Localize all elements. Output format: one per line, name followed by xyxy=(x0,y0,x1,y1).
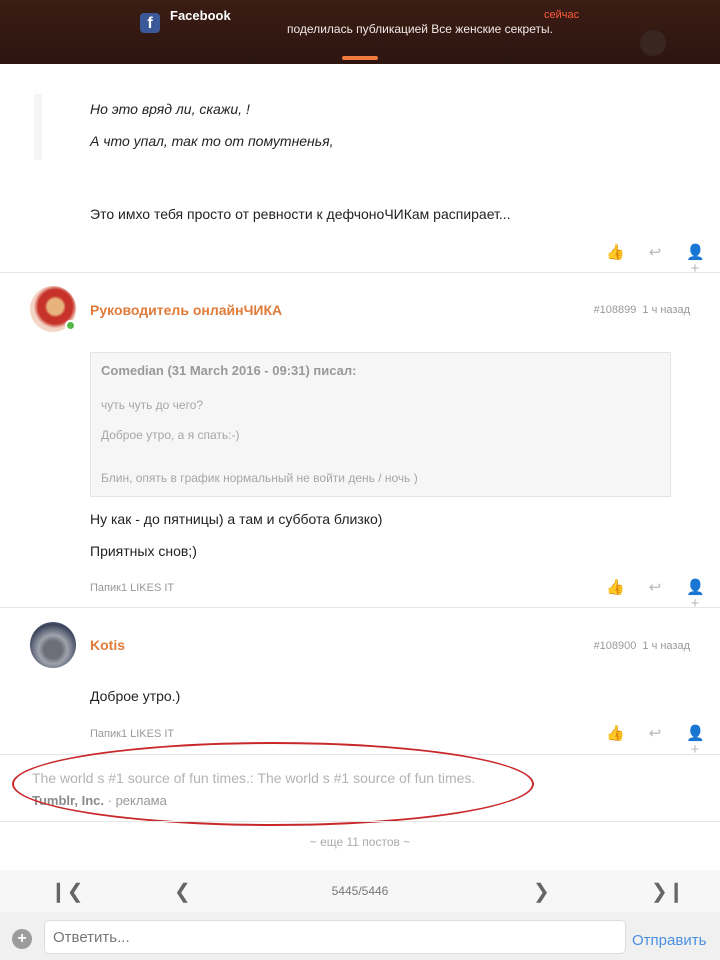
last-page-icon[interactable]: ❯❙ xyxy=(651,879,685,904)
post-text-line: Приятных снов;) xyxy=(90,543,197,559)
post-time: 1 ч назад xyxy=(642,304,690,316)
notification-banner[interactable]: f Facebook сейчас поделилась публикацией… xyxy=(0,0,720,64)
reply-composer: + Отправить xyxy=(0,912,720,960)
like-icon[interactable]: 👍 xyxy=(606,580,625,596)
likes-text: Папик1 LIKES IT xyxy=(90,728,175,740)
avatar[interactable] xyxy=(30,622,76,668)
like-icon[interactable]: 👍 xyxy=(606,245,625,261)
post-text-line: Ну как - до пятницы) а там и суббота бли… xyxy=(90,511,383,527)
quote-line: Блин, опять в график нормальный не войти… xyxy=(101,471,418,485)
like-icon[interactable]: 👍 xyxy=(606,726,625,742)
reply-input[interactable] xyxy=(44,920,626,954)
quote-line: Доброе утро, а я спать:-) xyxy=(101,428,240,442)
divider xyxy=(0,607,720,608)
post-time: 1 ч назад xyxy=(642,640,690,652)
post-meta: #108899 1 ч назад xyxy=(594,304,690,316)
background-avatar xyxy=(640,30,666,56)
reply-icon[interactable]: ↩ xyxy=(646,245,664,261)
reply-icon[interactable]: ↩ xyxy=(646,726,664,742)
post-actions: 👍 ↩ 👤+ xyxy=(606,580,705,612)
divider xyxy=(0,821,720,822)
annotation-oval xyxy=(12,742,534,826)
facebook-icon: f xyxy=(140,13,160,33)
post-author[interactable]: Kotis xyxy=(90,637,125,653)
divider xyxy=(0,272,720,273)
notification-app-name: Facebook xyxy=(170,8,231,23)
plus-icon[interactable]: + xyxy=(12,929,32,949)
send-button[interactable]: Отправить xyxy=(632,932,706,949)
notification-time: сейчас xyxy=(544,9,580,21)
post-number[interactable]: #108900 xyxy=(594,640,637,652)
quote-line: чуть чуть до чего? xyxy=(101,398,204,412)
post-actions: 👍 ↩ 👤+ xyxy=(606,245,705,277)
reply-icon[interactable]: ↩ xyxy=(646,580,664,596)
notification-grabber[interactable] xyxy=(342,56,378,60)
more-posts-link[interactable]: ~ еще 11 постов ~ xyxy=(0,835,720,849)
quote-bar xyxy=(34,94,42,160)
quote-block: Comedian (31 March 2016 - 09:31) писал: … xyxy=(90,352,671,497)
pagination-bar: ❙❮ ❮ 5445/5446 ❯ ❯❙ xyxy=(0,870,720,912)
post-meta: #108900 1 ч назад xyxy=(594,640,690,652)
post-author[interactable]: Руководитель онлайнЧИКА xyxy=(90,302,282,318)
next-page-icon[interactable]: ❯ xyxy=(533,879,550,904)
post-text-line: Но это вряд ли, скажи, ! xyxy=(90,101,250,117)
add-user-icon[interactable]: 👤+ xyxy=(686,726,705,758)
post-text-line: А что упал, так то от помутненья, xyxy=(90,133,334,149)
post-actions: 👍 ↩ 👤+ xyxy=(606,726,705,758)
online-status-icon xyxy=(65,320,76,331)
quote-header: Comedian (31 March 2016 - 09:31) писал: xyxy=(101,363,357,378)
page-indicator[interactable]: 5445/5446 xyxy=(0,884,720,898)
post-number[interactable]: #108899 xyxy=(594,304,637,316)
notification-message: поделилась публикацией Все женские секре… xyxy=(287,22,553,36)
post-text-line: Доброе утро.) xyxy=(90,688,181,704)
post-text-line: Это имхо тебя просто от ревности к дефчо… xyxy=(90,206,511,222)
add-user-icon[interactable]: 👤+ xyxy=(686,245,705,277)
add-user-icon[interactable]: 👤+ xyxy=(686,580,705,612)
likes-text: Папик1 LIKES IT xyxy=(90,582,175,594)
